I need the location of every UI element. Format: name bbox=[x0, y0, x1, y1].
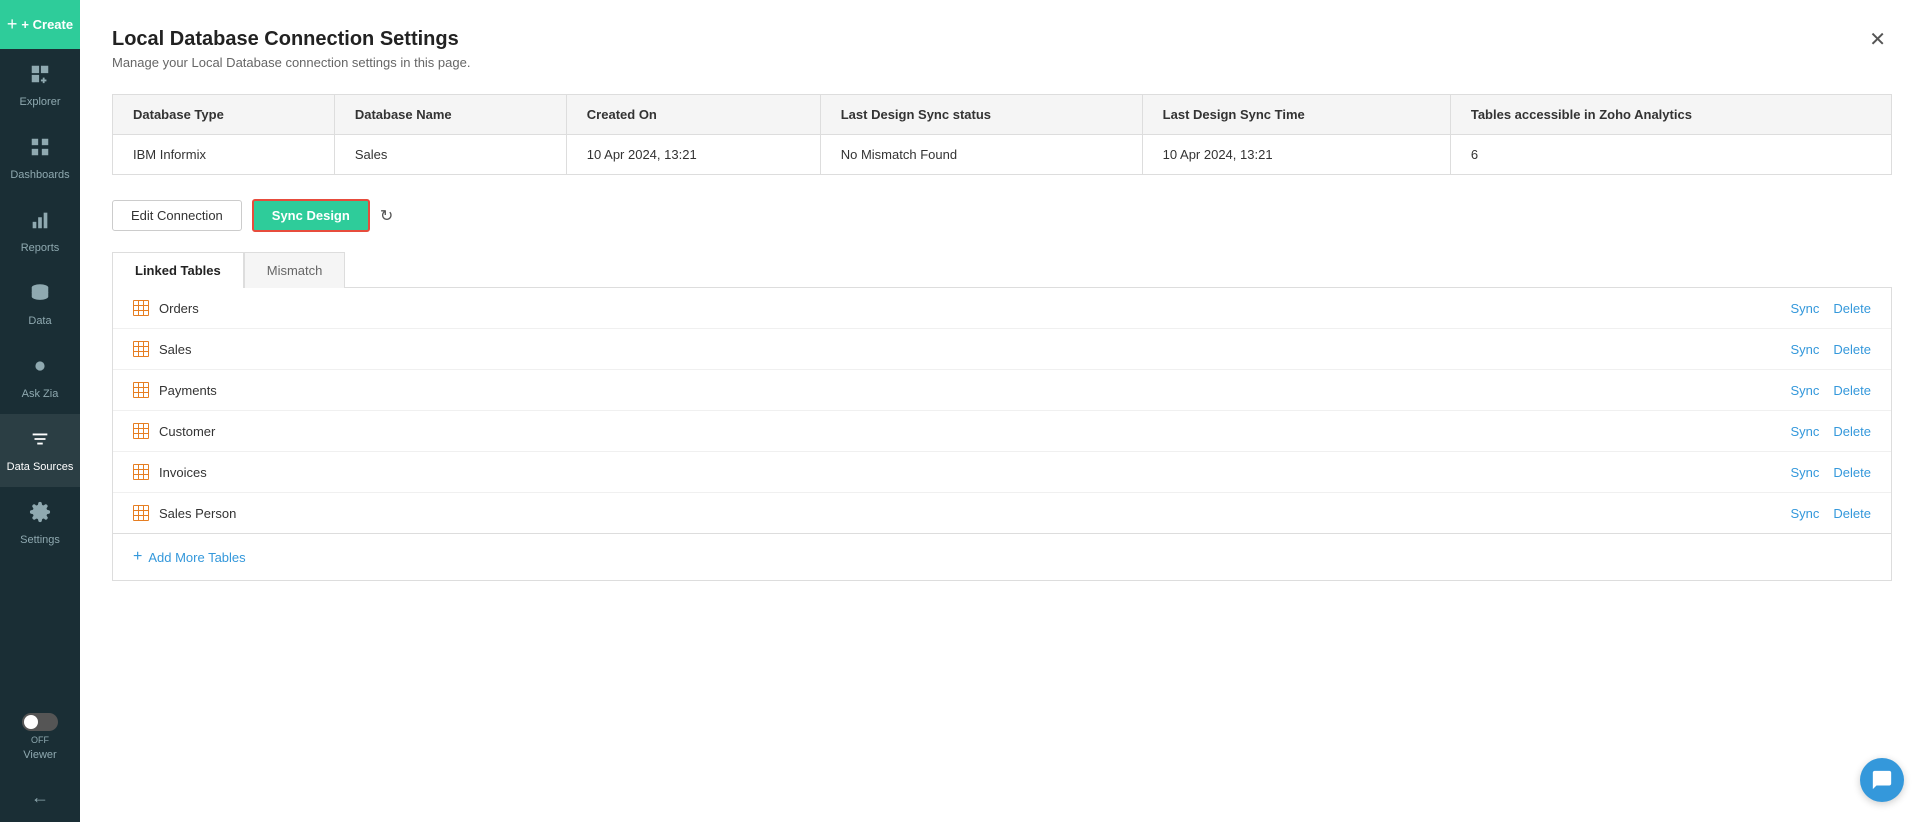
val-db-type: IBM Informix bbox=[113, 135, 335, 175]
sidebar-item-ask-zia[interactable]: Ask Zia bbox=[0, 341, 80, 414]
close-button[interactable]: ✕ bbox=[1863, 28, 1892, 52]
tables-list: Orders Sync Delete Sales Sync Delete bbox=[112, 288, 1892, 534]
main-content: Local Database Connection Settings Manag… bbox=[80, 0, 1924, 822]
sidebar-item-label: Explorer bbox=[20, 96, 61, 108]
panel-title-section: Local Database Connection Settings Manag… bbox=[112, 28, 470, 70]
sidebar-bottom: OFF Viewer ← bbox=[0, 701, 80, 822]
table-grid-icon bbox=[133, 341, 149, 357]
delete-link[interactable]: Delete bbox=[1833, 383, 1871, 398]
sidebar: + + Create Explorer Dashboards Reports D… bbox=[0, 0, 80, 822]
table-name: Payments bbox=[159, 383, 1791, 398]
table-actions: Sync Delete bbox=[1791, 383, 1871, 398]
table-row: Customer Sync Delete bbox=[113, 411, 1891, 452]
col-sync-status: Last Design Sync status bbox=[820, 95, 1142, 135]
table-grid-icon bbox=[133, 505, 149, 521]
reports-icon bbox=[29, 209, 51, 237]
viewer-label: Viewer bbox=[23, 749, 56, 761]
sync-link[interactable]: Sync bbox=[1791, 383, 1820, 398]
table-grid-icon bbox=[133, 300, 149, 316]
tab-linked-tables[interactable]: Linked Tables bbox=[112, 252, 244, 288]
table-row: Sales Person Sync Delete bbox=[113, 493, 1891, 533]
table-actions: Sync Delete bbox=[1791, 301, 1871, 316]
table-actions: Sync Delete bbox=[1791, 465, 1871, 480]
sidebar-item-label: Settings bbox=[20, 534, 60, 546]
table-name: Customer bbox=[159, 424, 1791, 439]
create-label: + Create bbox=[21, 17, 73, 32]
add-plus-icon: + bbox=[133, 548, 142, 566]
sync-link[interactable]: Sync bbox=[1791, 424, 1820, 439]
delete-link[interactable]: Delete bbox=[1833, 424, 1871, 439]
tab-mismatch[interactable]: Mismatch bbox=[244, 252, 346, 288]
table-row: Sales Sync Delete bbox=[113, 329, 1891, 370]
table-name: Sales Person bbox=[159, 506, 1791, 521]
tabs: Linked Tables Mismatch bbox=[112, 252, 1892, 288]
ask-zia-icon bbox=[29, 355, 51, 383]
table-name: Sales bbox=[159, 342, 1791, 357]
info-table: Database Type Database Name Created On L… bbox=[112, 94, 1892, 175]
col-tables-accessible: Tables accessible in Zoho Analytics bbox=[1450, 95, 1891, 135]
panel-header: Local Database Connection Settings Manag… bbox=[112, 28, 1892, 70]
table-row: Orders Sync Delete bbox=[113, 288, 1891, 329]
viewer-toggle[interactable] bbox=[22, 713, 58, 731]
toggle-off-label: OFF bbox=[31, 735, 49, 745]
data-icon bbox=[29, 282, 51, 310]
sidebar-item-settings[interactable]: Settings bbox=[0, 487, 80, 560]
table-grid-icon bbox=[133, 382, 149, 398]
settings-icon bbox=[29, 501, 51, 529]
table-actions: Sync Delete bbox=[1791, 506, 1871, 521]
refresh-icon[interactable]: ↻ bbox=[380, 206, 393, 226]
sidebar-item-explorer[interactable]: Explorer bbox=[0, 49, 80, 122]
sync-link[interactable]: Sync bbox=[1791, 465, 1820, 480]
col-db-type: Database Type bbox=[113, 95, 335, 135]
table-actions: Sync Delete bbox=[1791, 342, 1871, 357]
val-sync-status: No Mismatch Found bbox=[820, 135, 1142, 175]
val-tables-accessible: 6 bbox=[1450, 135, 1891, 175]
table-grid-icon bbox=[133, 464, 149, 480]
sidebar-item-reports[interactable]: Reports bbox=[0, 195, 80, 268]
table-grid-icon bbox=[133, 423, 149, 439]
delete-link[interactable]: Delete bbox=[1833, 301, 1871, 316]
val-sync-time: 10 Apr 2024, 13:21 bbox=[1142, 135, 1450, 175]
delete-link[interactable]: Delete bbox=[1833, 465, 1871, 480]
sync-link[interactable]: Sync bbox=[1791, 342, 1820, 357]
edit-connection-button[interactable]: Edit Connection bbox=[112, 200, 242, 231]
explorer-icon bbox=[29, 63, 51, 91]
plus-icon: + bbox=[7, 14, 18, 35]
col-created-on: Created On bbox=[566, 95, 820, 135]
chat-support-button[interactable] bbox=[1860, 758, 1904, 802]
table-name: Invoices bbox=[159, 465, 1791, 480]
col-db-name: Database Name bbox=[334, 95, 566, 135]
sync-design-button[interactable]: Sync Design bbox=[252, 199, 370, 232]
sidebar-item-label: Data Sources bbox=[7, 461, 74, 473]
table-row: Payments Sync Delete bbox=[113, 370, 1891, 411]
sidebar-item-label: Data bbox=[28, 315, 51, 327]
val-db-name: Sales bbox=[334, 135, 566, 175]
sync-link[interactable]: Sync bbox=[1791, 506, 1820, 521]
delete-link[interactable]: Delete bbox=[1833, 506, 1871, 521]
col-sync-time: Last Design Sync Time bbox=[1142, 95, 1450, 135]
add-more-label: Add More Tables bbox=[148, 550, 245, 565]
viewer-section: OFF Viewer bbox=[0, 701, 80, 773]
table-actions: Sync Delete bbox=[1791, 424, 1871, 439]
sidebar-item-label: Reports bbox=[21, 242, 60, 254]
sidebar-item-data[interactable]: Data bbox=[0, 268, 80, 341]
collapse-button[interactable]: ← bbox=[0, 773, 80, 822]
panel-subtitle: Manage your Local Database connection se… bbox=[112, 55, 470, 70]
sidebar-item-data-sources[interactable]: Data Sources bbox=[0, 414, 80, 487]
val-created-on: 10 Apr 2024, 13:21 bbox=[566, 135, 820, 175]
delete-link[interactable]: Delete bbox=[1833, 342, 1871, 357]
panel: Local Database Connection Settings Manag… bbox=[80, 0, 1924, 822]
dashboards-icon bbox=[29, 136, 51, 164]
sidebar-item-label: Dashboards bbox=[10, 169, 69, 181]
add-more-tables[interactable]: + Add More Tables bbox=[112, 534, 1892, 581]
panel-title: Local Database Connection Settings bbox=[112, 28, 470, 51]
sidebar-item-dashboards[interactable]: Dashboards bbox=[0, 122, 80, 195]
sidebar-item-label: Ask Zia bbox=[22, 388, 59, 400]
table-name: Orders bbox=[159, 301, 1791, 316]
sync-link[interactable]: Sync bbox=[1791, 301, 1820, 316]
action-bar: Edit Connection Sync Design ↻ bbox=[112, 199, 1892, 232]
create-button[interactable]: + + Create bbox=[0, 0, 80, 49]
data-sources-icon bbox=[29, 428, 51, 456]
table-row: Invoices Sync Delete bbox=[113, 452, 1891, 493]
